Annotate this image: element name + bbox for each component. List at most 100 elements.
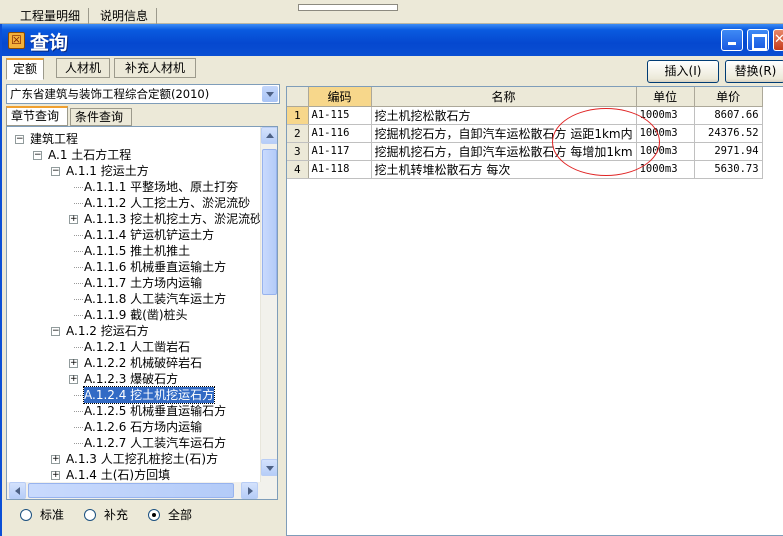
code-cell[interactable]: A1-115 — [308, 106, 372, 125]
tree-expand-icon[interactable]: + — [51, 471, 60, 480]
scroll-down-icon[interactable] — [261, 459, 277, 476]
tree-connector — [74, 411, 83, 412]
minimize-button[interactable] — [721, 29, 743, 51]
grid-body: 1 A1-115 挖土机挖松散石方 1000m3 8607.66 2 A1-116 挖掘机挖石… — [287, 106, 763, 179]
tree-expand-icon[interactable]: + — [51, 455, 60, 464]
quota-results-grid: 编码 名称 单位 单价 1 A1-115 挖土机挖松散石方 1000m3 8607.66… — [286, 86, 783, 536]
tree-collapse-icon[interactable]: − — [51, 167, 60, 176]
insert-button[interactable]: 插入(I) — [647, 60, 719, 83]
maximize-button[interactable] — [747, 29, 769, 51]
hscroll-thumb[interactable] — [28, 483, 234, 498]
grid-header-unit[interactable]: 单位 — [636, 87, 695, 107]
title-bar[interactable]: ☒ 查询 ✕ — [2, 24, 783, 56]
tree-item[interactable]: A.1.2 挖运石方 — [66, 323, 149, 339]
tree-item[interactable]: A.1.1 挖运土方 — [66, 163, 149, 179]
unit-cell[interactable]: 1000m3 — [636, 160, 695, 179]
tree-item[interactable]: A.1 土石方工程 — [48, 147, 131, 163]
tree-item[interactable]: A.1.2.1 人工凿岩石 — [84, 339, 190, 355]
tree-connector — [74, 235, 83, 236]
radio-standard-dot[interactable] — [20, 509, 32, 521]
tree-connector — [74, 283, 83, 284]
tree-item[interactable]: A.1.2.4 挖土机挖运石方 — [82, 386, 216, 404]
scroll-right-icon[interactable] — [241, 482, 258, 499]
tree-connector — [74, 267, 83, 268]
price-cell[interactable]: 5630.73 — [694, 160, 763, 179]
tree-horizontal-scrollbar[interactable] — [7, 482, 277, 499]
tree-item[interactable]: A.1.1.4 铲运机铲运土方 — [84, 227, 214, 243]
tree-item[interactable]: A.1.3 人工挖孔桩挖土(石)方 — [66, 451, 218, 467]
tree-item[interactable]: A.1.2.3 爆破石方 — [84, 371, 178, 387]
radio-all-dot[interactable] — [148, 509, 160, 521]
name-cell[interactable]: 挖土机转堆松散石方 每次 — [371, 160, 637, 179]
row-number-cell[interactable]: 2 — [287, 124, 309, 143]
tree-item[interactable]: 建筑工程 — [30, 131, 78, 147]
tree-connector — [74, 299, 83, 300]
name-cell[interactable]: 挖掘机挖石方，自卸汽车运松散石方 运距1km内 — [371, 124, 637, 143]
table-row[interactable]: 3 A1-117 挖掘机挖石方，自卸汽车运松散石方 每增加1km 1000m3 2971… — [287, 142, 763, 161]
name-cell[interactable]: 挖土机挖松散石方 — [371, 106, 637, 125]
name-cell[interactable]: 挖掘机挖石方，自卸汽车运松散石方 每增加1km — [371, 142, 637, 161]
tree-vertical-scrollbar[interactable] — [260, 127, 277, 483]
tab-labor-material-machine[interactable]: 人材机 — [56, 58, 110, 78]
grid-header-price[interactable]: 单价 — [694, 87, 763, 107]
unit-cell[interactable]: 1000m3 — [636, 124, 695, 143]
grid-header-row: 编码 名称 单位 单价 — [287, 87, 763, 107]
close-button[interactable]: ✕ — [773, 29, 783, 51]
background-tab-quantities[interactable]: 工程量明细 — [12, 8, 90, 24]
scroll-thumb[interactable] — [262, 149, 277, 295]
tree-item[interactable]: A.1.1.2 人工挖土方、淤泥流砂 — [84, 195, 250, 211]
tree-item[interactable]: A.1.1.1 平整场地、原土打夯 — [84, 179, 238, 195]
row-number-cell[interactable]: 4 — [287, 160, 309, 179]
tab-chapter-query[interactable]: 章节查询 — [6, 106, 68, 126]
tab-condition-query[interactable]: 条件查询 — [70, 108, 132, 126]
tree-item[interactable]: A.1.1.7 土方场内运输 — [84, 275, 202, 291]
code-cell[interactable]: A1-116 — [308, 124, 372, 143]
row-number-cell[interactable]: 1 — [287, 106, 309, 125]
tree-expand-icon[interactable]: + — [69, 215, 78, 224]
background-slider[interactable] — [298, 4, 398, 11]
code-cell[interactable]: A1-117 — [308, 142, 372, 161]
radio-all[interactable]: 全部 — [148, 506, 192, 524]
grid-header-rownum — [287, 87, 309, 107]
unit-cell[interactable]: 1000m3 — [636, 106, 695, 125]
chevron-down-icon[interactable] — [262, 86, 278, 102]
tree-item[interactable]: A.1.2.5 机械垂直运输石方 — [84, 403, 226, 419]
tree-item[interactable]: A.1.2.6 石方场内运输 — [84, 419, 202, 435]
tree-item[interactable]: A.1.1.6 机械垂直运输土方 — [84, 259, 226, 275]
tree-collapse-icon[interactable]: − — [33, 151, 42, 160]
tree-collapse-icon[interactable]: − — [51, 327, 60, 336]
tree-expand-icon[interactable]: + — [69, 375, 78, 384]
table-row[interactable]: 2 A1-116 挖掘机挖石方，自卸汽车运松散石方 运距1km内 1000m3 2437… — [287, 124, 763, 143]
radio-supplementary[interactable]: 补充 — [84, 506, 128, 524]
tree-item[interactable]: A.1.1.3 挖土机挖土方、淤泥流砂 — [84, 211, 262, 227]
scroll-left-icon[interactable] — [9, 482, 26, 499]
tree-expand-icon[interactable]: + — [69, 359, 78, 368]
tree-item[interactable]: A.1.1.8 人工装汽车运土方 — [84, 291, 226, 307]
price-cell[interactable]: 24376.52 — [694, 124, 763, 143]
tree-item[interactable]: A.1.1.5 推土机推土 — [84, 243, 190, 259]
grid-header-code[interactable]: 编码 — [308, 87, 372, 107]
tree-collapse-icon[interactable]: − — [15, 135, 24, 144]
radio-supplementary-dot[interactable] — [84, 509, 96, 521]
tree-item[interactable]: A.1.2.7 人工装汽车运石方 — [84, 435, 226, 451]
price-cell[interactable]: 8607.66 — [694, 106, 763, 125]
radio-all-label: 全部 — [168, 508, 193, 522]
radio-standard[interactable]: 标准 — [20, 506, 64, 524]
unit-cell[interactable]: 1000m3 — [636, 142, 695, 161]
background-tab-description[interactable]: 说明信息 — [92, 8, 158, 24]
code-cell[interactable]: A1-118 — [308, 160, 372, 179]
tab-quota[interactable]: 定额 — [6, 58, 44, 80]
table-row[interactable]: 4 A1-118 挖土机转堆松散石方 每次 1000m3 5630.73 — [287, 160, 763, 179]
replace-button[interactable]: 替换(R) — [725, 60, 783, 83]
tab-supplementary-materials[interactable]: 补充人材机 — [114, 58, 196, 78]
scroll-up-icon[interactable] — [261, 127, 277, 144]
table-row[interactable]: 1 A1-115 挖土机挖松散石方 1000m3 8607.66 — [287, 106, 763, 125]
grid-header-name[interactable]: 名称 — [371, 87, 637, 107]
tree-item[interactable]: A.1.2.2 机械破碎岩石 — [84, 355, 202, 371]
quota-library-select[interactable]: 广东省建筑与装饰工程综合定额(2010) — [6, 84, 280, 104]
app-icon: ☒ — [8, 32, 25, 49]
price-cell[interactable]: 2971.94 — [694, 142, 763, 161]
tree-item[interactable]: A.1.4 土(石)方回填 — [66, 467, 170, 483]
tree-item[interactable]: A.1.1.9 截(凿)桩头 — [84, 307, 188, 323]
row-number-cell[interactable]: 3 — [287, 142, 309, 161]
